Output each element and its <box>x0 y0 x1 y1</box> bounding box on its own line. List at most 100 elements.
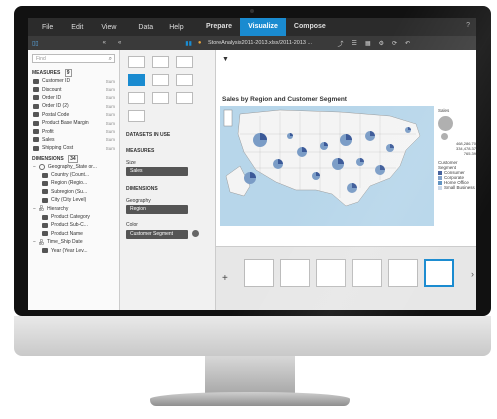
aggregation-label: Sum <box>105 103 115 109</box>
add-color-icon[interactable] <box>192 230 199 237</box>
customer-segment-pill[interactable]: Customer Segment <box>126 230 188 239</box>
hierarchy-child[interactable]: Product Name <box>28 230 119 238</box>
hierarchy-label: Hierarchy <box>46 205 69 212</box>
pie-marker[interactable] <box>297 147 307 157</box>
menu-edit[interactable]: Edit <box>71 24 83 31</box>
collapse-icon[interactable]: − <box>33 164 36 170</box>
chart-type-bar[interactable] <box>128 56 145 68</box>
collapse-left-icon[interactable]: « <box>103 40 106 46</box>
thumbnail-2[interactable] <box>280 259 310 287</box>
pie-marker[interactable] <box>386 144 394 152</box>
aggregation-label: Sum <box>105 120 115 126</box>
menu-file[interactable]: File <box>42 24 53 31</box>
measure-item[interactable]: Discount Sum <box>28 85 119 93</box>
measure-item[interactable]: Order ID (2) Sum <box>28 102 119 110</box>
pie-marker[interactable] <box>332 158 344 170</box>
pie-marker[interactable] <box>347 183 357 193</box>
time-hierarchy[interactable]: − 品 Time_Ship Date <box>28 238 119 246</box>
menu-help[interactable]: Help <box>169 24 183 31</box>
measure-item[interactable]: Order ID Sum <box>28 94 119 102</box>
thumbnail-6[interactable] <box>424 259 454 287</box>
region-pill[interactable]: Region <box>126 205 188 214</box>
chart-type-custom[interactable] <box>176 92 193 104</box>
undo-icon[interactable]: ↶ <box>405 40 410 47</box>
collapse-icon[interactable]: − <box>33 239 36 245</box>
collapse-icon[interactable]: − <box>33 206 36 212</box>
next-arrow-icon[interactable]: › <box>471 269 474 279</box>
chart-type-table[interactable] <box>128 92 145 104</box>
measure-item[interactable]: Customer ID Sum <box>28 77 119 85</box>
chart-type-other[interactable] <box>152 92 169 104</box>
camera-dot <box>250 9 254 13</box>
menu-view[interactable]: View <box>101 24 116 31</box>
monitor-stand-neck <box>205 356 295 394</box>
settings-icon[interactable]: ⚙ <box>379 40 384 47</box>
geography-label: Geography <box>126 198 151 204</box>
datasets-label[interactable]: DATASETS IN USE <box>126 132 170 138</box>
filter-funnel-icon[interactable]: ▼ <box>222 56 229 63</box>
chart-type-scatter[interactable] <box>152 74 169 86</box>
geo-item[interactable]: City (City Level) <box>28 196 119 204</box>
measure-item[interactable]: Shipping Cost Sum <box>28 144 119 152</box>
thumbnail-3[interactable] <box>316 259 346 287</box>
tab-compose[interactable]: Compose <box>286 18 334 36</box>
main-canvas: ▼ Sales by Region and Customer Segment S <box>216 50 476 310</box>
chart-type-geo[interactable] <box>128 74 145 86</box>
field-icon <box>33 129 39 135</box>
pie-marker[interactable] <box>356 158 364 166</box>
chart-type-tree[interactable] <box>176 74 193 86</box>
thumbnail-4[interactable] <box>352 259 382 287</box>
pie-marker[interactable] <box>312 172 320 180</box>
chart-type-line[interactable] <box>152 56 169 68</box>
dataset-name[interactable]: StoreAnalysis2011-2013.xlsx/2011-2013 ..… <box>208 36 312 50</box>
collapse-mid-icon[interactable]: « <box>118 40 121 46</box>
help-icon[interactable]: ? <box>466 22 470 29</box>
chart-type-pie[interactable] <box>176 56 193 68</box>
thumbnail-1[interactable] <box>244 259 274 287</box>
find-input[interactable]: Find ⌕ <box>32 54 115 63</box>
geo-item[interactable]: Region (Regio... <box>28 179 119 187</box>
measure-item[interactable]: Profit Sum <box>28 127 119 135</box>
pie-marker[interactable] <box>375 165 385 175</box>
geo-hierarchy[interactable]: − Geography_State or... <box>28 163 119 171</box>
measures-count: 9 <box>64 69 72 77</box>
thumbnail-5[interactable] <box>388 259 418 287</box>
time-child[interactable]: Year (Year Lev... <box>28 246 119 254</box>
dimensions-header: DIMENSIONS 34 <box>28 153 119 163</box>
pie-marker[interactable] <box>365 131 375 141</box>
share-icon[interactable]: ⤴ <box>338 39 344 48</box>
mode-tabs: Prepare Visualize Compose <box>198 18 334 36</box>
pie-marker[interactable] <box>244 172 256 184</box>
geo-item[interactable]: Subregion (Su... <box>28 188 119 196</box>
chart-icon[interactable]: ▮▮ <box>185 40 192 47</box>
sales-pill[interactable]: Sales <box>126 167 188 176</box>
menu-data[interactable]: Data <box>138 24 153 31</box>
geo-item[interactable]: Country (Count... <box>28 171 119 179</box>
pie-marker[interactable] <box>320 142 328 150</box>
panel-toggle-icon[interactable]: ▯▯ <box>32 40 39 47</box>
field-label: Customer ID <box>42 78 71 85</box>
measure-list: Customer ID Sum Discount Sum Order ID Sum Orde… <box>28 77 119 153</box>
measure-item[interactable]: Product Base Margin Sum <box>28 119 119 127</box>
pie-marker[interactable] <box>273 159 283 169</box>
pie-marker[interactable] <box>405 127 411 133</box>
hierarchy-item[interactable]: − 品 Hierarchy <box>28 204 119 213</box>
sort-icon[interactable]: ▦ <box>365 40 371 47</box>
chart-type-extra[interactable] <box>128 110 145 122</box>
pie-marker[interactable] <box>253 133 267 147</box>
hierarchy-child[interactable]: Product Category <box>28 213 119 221</box>
filter-icon[interactable]: ☰ <box>352 40 357 47</box>
add-chart-button[interactable]: + <box>222 273 228 284</box>
pie-marker[interactable] <box>287 133 293 139</box>
tab-prepare[interactable]: Prepare <box>198 18 240 36</box>
tab-visualize[interactable]: Visualize <box>240 18 286 36</box>
field-icon <box>42 189 48 195</box>
aggregation-label: Sum <box>105 95 115 101</box>
monitor-stand-foot <box>150 392 350 406</box>
chart-legend: Sales 468,286.70 334,478.37 765.39 Custo… <box>438 108 476 226</box>
pie-marker[interactable] <box>340 134 352 146</box>
measure-item[interactable]: Sales Sum <box>28 136 119 144</box>
refresh-icon[interactable]: ⟳ <box>392 40 397 47</box>
hierarchy-child[interactable]: Product Sub-C... <box>28 221 119 229</box>
measure-item[interactable]: Postal Code Sum <box>28 111 119 119</box>
